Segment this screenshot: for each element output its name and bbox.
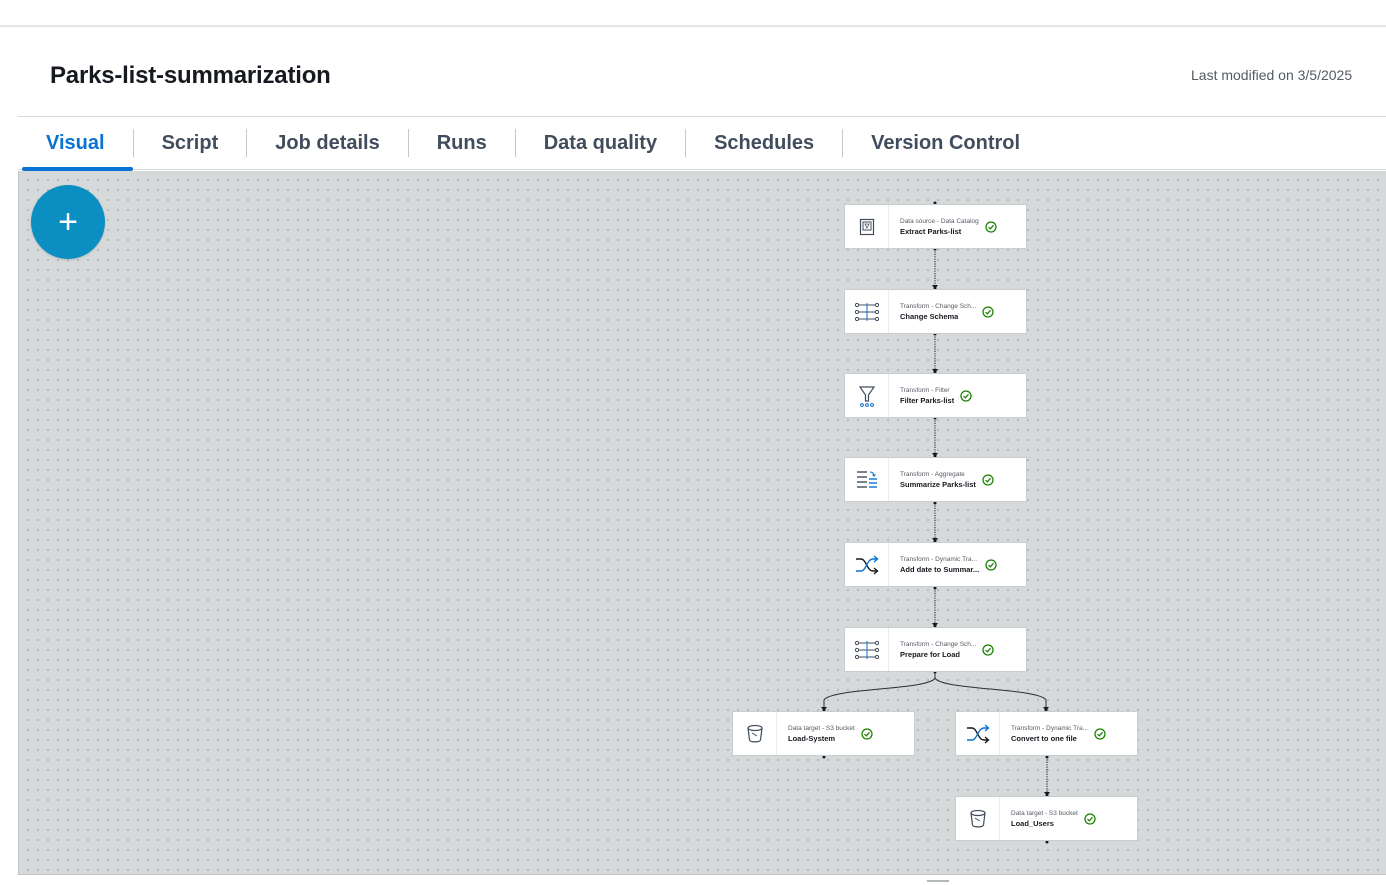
node-type-label: Data source - Data Catalog [900,217,979,225]
change-schema-icon [845,290,889,333]
success-check-icon [982,473,994,486]
visual-editor-canvas[interactable] [18,171,1386,874]
node-name-label: Change Schema [900,311,959,321]
node-type-label: Transform - Dynamic Tra... [1011,724,1089,732]
s3-bucket-icon [956,797,1000,840]
tab-visual[interactable]: Visual [18,116,133,171]
node-name-label: Extract Parks-list [900,226,962,236]
success-check-icon [1084,812,1096,825]
node-name-label: Summarize Parks-list [900,479,976,489]
tab-schedules[interactable]: Schedules [686,116,842,170]
last-modified-text: Last modified on 3/5/2025 [1191,67,1353,83]
node-convert-to-one-file[interactable]: Transform - Dynamic Tra... Convert to on… [955,711,1138,756]
filter-icon [845,374,889,417]
node-type-label: Transform - Change Sch... [900,640,977,648]
resize-handle[interactable] [927,880,949,882]
change-schema-icon [845,628,889,671]
success-check-icon [982,643,994,656]
catalog-icon [845,205,889,248]
s3-bucket-icon [733,712,777,755]
tab-runs[interactable]: Runs [409,116,515,170]
tab-script[interactable]: Script [134,116,247,170]
node-load-system[interactable]: Data target - S3 bucket Load-System [732,711,915,756]
node-name-label: Filter Parks-list [900,395,955,405]
node-name-label: Add date to Summar... [900,564,980,574]
canvas-bottom-border [18,874,1386,875]
node-name-label: Prepare for Load [900,649,961,659]
node-type-label: Transform - Change Sch... [900,302,977,310]
node-type-label: Transform - Filter [900,386,950,394]
node-name-label: Convert to one file [1011,733,1077,743]
success-check-icon [960,389,972,402]
success-check-icon [982,305,994,318]
add-node-button[interactable]: + [31,185,105,259]
success-check-icon [985,558,997,571]
node-type-label: Data target - S3 bucket [788,724,855,732]
success-check-icon [861,727,873,740]
node-filter-parks-list[interactable]: Transform - Filter Filter Parks-list [844,373,1027,418]
node-add-date[interactable]: Transform - Dynamic Tra... Add date to S… [844,542,1027,587]
plus-icon: + [58,202,78,241]
tab-bar: Visual Script Job details Runs Data qual… [18,116,1386,171]
node-change-schema[interactable]: Transform - Change Sch... Change Schema [844,289,1027,334]
page-title: Parks-list-summarization [50,62,331,89]
node-load-users[interactable]: Data target - S3 bucket Load_Users [955,796,1138,841]
tab-version-control[interactable]: Version Control [843,116,1048,170]
shuffle-icon [845,543,889,586]
success-check-icon [1094,727,1106,740]
node-name-label: Load_Users [1011,818,1054,828]
tab-data-quality[interactable]: Data quality [516,116,685,170]
success-check-icon [985,220,997,233]
node-type-label: Transform - Dynamic Tra... [900,555,978,563]
aggregate-icon [845,458,889,501]
node-extract-parks-list[interactable]: Data source - Data Catalog Extract Parks… [844,204,1027,249]
shuffle-icon [956,712,1000,755]
node-summarize-parks-list[interactable]: Transform - Aggregate Summarize Parks-li… [844,457,1027,502]
node-prepare-for-load[interactable]: Transform - Change Sch... Prepare for Lo… [844,627,1027,672]
top-divider [0,25,1386,27]
node-name-label: Load-System [788,733,836,743]
node-type-label: Transform - Aggregate [900,470,965,478]
node-type-label: Data target - S3 bucket [1011,809,1078,817]
tab-job-details[interactable]: Job details [247,116,407,170]
